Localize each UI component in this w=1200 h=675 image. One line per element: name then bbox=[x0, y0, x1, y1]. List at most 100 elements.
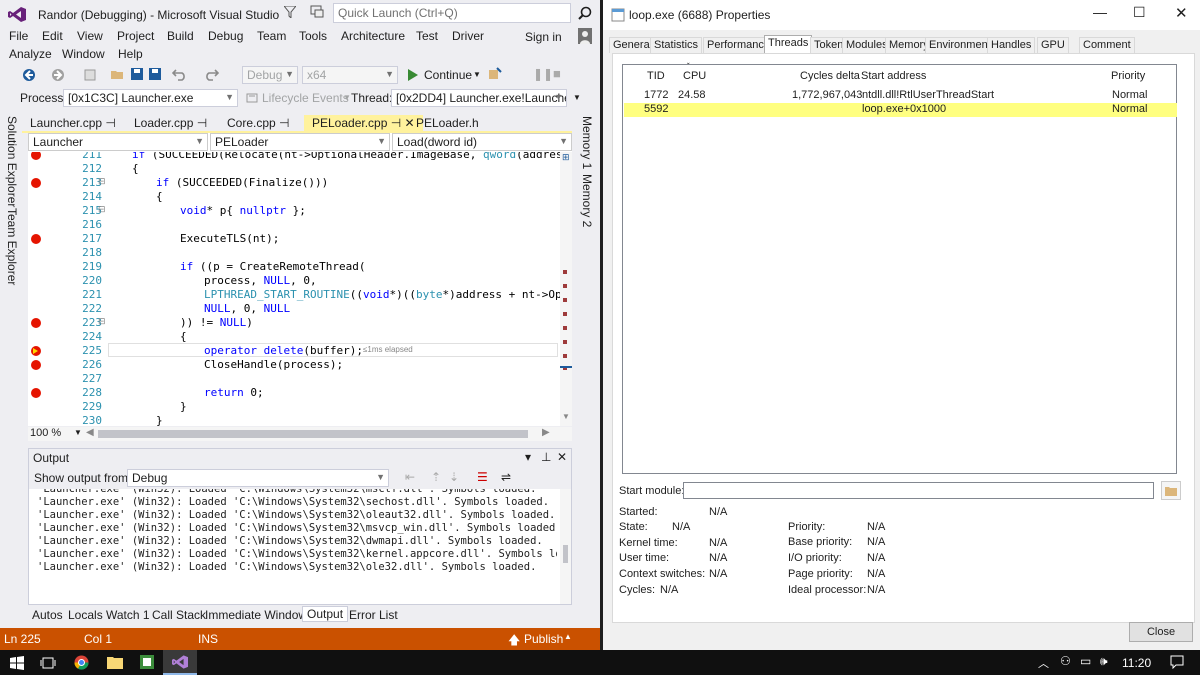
tab-environment[interactable]: Environment bbox=[925, 37, 995, 53]
tab-call-stack[interactable]: Call Stack bbox=[152, 608, 206, 622]
menu-debug[interactable]: Debug bbox=[208, 29, 243, 43]
scroll-left-icon[interactable]: ◀ bbox=[86, 427, 94, 438]
next-message-icon[interactable]: ⇣ bbox=[449, 470, 459, 484]
code-line[interactable]: NULL, 0, NULL bbox=[204, 302, 290, 315]
tab-output[interactable]: Output bbox=[302, 606, 349, 622]
col-tid[interactable]: TID bbox=[647, 70, 665, 82]
member-dropdown[interactable]: Load(dword id) ▼ bbox=[392, 133, 572, 151]
tab-peloader-h[interactable]: PELoader.h bbox=[408, 115, 487, 132]
col-priority[interactable]: Priority bbox=[1111, 70, 1145, 82]
memory-2-tab[interactable]: Memory 2 bbox=[580, 174, 594, 227]
breakpoint-icon[interactable] bbox=[31, 318, 41, 328]
start-module-field[interactable] bbox=[683, 482, 1154, 499]
code-line[interactable]: } bbox=[180, 400, 187, 413]
vs-taskbar-button[interactable] bbox=[163, 650, 197, 675]
file-explorer-icon[interactable] bbox=[107, 655, 123, 669]
output-text[interactable]: 'Launcher.exe' (Win32): Loaded 'C:\Windo… bbox=[37, 489, 557, 605]
chevron-up-icon[interactable]: ▲ bbox=[564, 632, 572, 641]
perf-tip-elapsed[interactable]: ≤1ms elapsed bbox=[363, 345, 413, 354]
code-line[interactable]: if (SUCCEEDED(Relocate(nt->OptionalHeade… bbox=[132, 152, 572, 161]
open-folder-icon[interactable] bbox=[110, 67, 124, 81]
table-row[interactable]: 1772 24.58 1,772,967,043 ntdll.dll!RtlUs… bbox=[624, 89, 1177, 103]
output-source-dropdown[interactable]: Debug ▼ bbox=[127, 469, 389, 487]
minimize-icon[interactable]: — bbox=[1093, 4, 1107, 20]
code-line[interactable]: return 0; bbox=[204, 386, 264, 399]
code-editor[interactable]: 211 if (SUCCEEDED(Relocate(nt->OptionalHe… bbox=[28, 152, 572, 426]
user-avatar-icon[interactable] bbox=[578, 28, 592, 44]
col-cpu[interactable]: CPU bbox=[683, 70, 706, 82]
tab-watch-1[interactable]: Watch 1 bbox=[106, 608, 150, 622]
network-icon[interactable]: ▭ bbox=[1080, 654, 1091, 668]
publish-arrow-icon[interactable]: 🡅 bbox=[508, 631, 520, 650]
editor-scrollbar[interactable]: ⊞ ▼ bbox=[560, 152, 572, 426]
class-dropdown[interactable]: PELoader ▼ bbox=[210, 133, 390, 151]
tab-launcher-cpp[interactable]: Launcher.cpp ⊣ bbox=[22, 115, 124, 132]
code-line[interactable]: operator delete(buffer); bbox=[204, 344, 363, 357]
play-icon[interactable] bbox=[408, 69, 418, 81]
tab-handles[interactable]: Handles bbox=[987, 37, 1036, 53]
pause-icon[interactable]: ❚❚ bbox=[533, 67, 553, 81]
breakpoint-icon[interactable] bbox=[31, 360, 41, 370]
pin-icon[interactable]: ⊣ bbox=[105, 116, 115, 130]
tab-comment[interactable]: Comment bbox=[1079, 37, 1135, 53]
pin-icon[interactable]: ⊣ bbox=[391, 116, 401, 130]
scope-dropdown[interactable]: Launcher ▼ bbox=[28, 133, 208, 151]
undo-icon[interactable] bbox=[172, 67, 188, 81]
lifecycle-events-button[interactable]: Lifecycle Events bbox=[262, 91, 349, 105]
save-all-icon[interactable] bbox=[148, 67, 162, 81]
code-line[interactable]: if ((p = CreateRemoteThread( bbox=[180, 260, 365, 273]
code-line[interactable]: } bbox=[156, 414, 163, 426]
platform-dropdown[interactable]: x64 ▼ bbox=[302, 66, 398, 84]
menu-file[interactable]: File bbox=[9, 29, 28, 43]
code-line[interactable]: void* p{ nullptr }; bbox=[180, 204, 306, 217]
menu-test[interactable]: Test bbox=[416, 29, 438, 43]
code-line[interactable]: ExecuteTLS(nt); bbox=[180, 232, 279, 245]
collapse-icon[interactable]: ⊟ bbox=[98, 316, 106, 327]
tab-core-cpp[interactable]: Core.cpp ⊣ bbox=[219, 115, 298, 132]
forward-icon[interactable] bbox=[51, 68, 65, 82]
memory-1-tab[interactable]: Memory 1 bbox=[580, 116, 594, 169]
code-line[interactable]: { bbox=[156, 190, 163, 203]
word-wrap-icon[interactable]: ⇌ bbox=[501, 470, 511, 484]
breakpoint-icon[interactable] bbox=[31, 178, 41, 188]
menu-help[interactable]: Help bbox=[118, 47, 143, 61]
breakpoint-icon[interactable] bbox=[31, 234, 41, 244]
scroll-down-icon[interactable]: ▼ bbox=[562, 412, 570, 421]
chrome-icon[interactable] bbox=[74, 655, 89, 670]
menu-edit[interactable]: Edit bbox=[42, 29, 63, 43]
notifications-icon[interactable] bbox=[1170, 655, 1184, 669]
pin-icon[interactable]: ⊣ bbox=[279, 116, 289, 130]
tab-peloader-cpp[interactable]: PELoader.cpp ⊣ ✕ bbox=[304, 115, 423, 132]
menu-window[interactable]: Window bbox=[62, 47, 105, 61]
stop-icon[interactable]: ■ bbox=[553, 66, 561, 81]
process-hacker-icon[interactable] bbox=[139, 654, 155, 670]
chevron-down-icon[interactable]: ▼ bbox=[573, 93, 581, 102]
dropdown-arrow-icon[interactable]: ▾ bbox=[525, 450, 531, 464]
search-icon[interactable] bbox=[578, 6, 592, 20]
menu-architecture[interactable]: Architecture bbox=[341, 29, 405, 43]
save-icon[interactable] bbox=[130, 67, 144, 81]
people-icon[interactable]: ⚇ bbox=[1060, 654, 1071, 668]
new-project-icon[interactable] bbox=[83, 68, 97, 82]
tab-locals[interactable]: Locals bbox=[68, 608, 103, 622]
col-cycles-delta[interactable]: Cycles delta bbox=[800, 70, 860, 82]
col-start-address[interactable]: Start address bbox=[861, 70, 926, 82]
tab-statistics[interactable]: Statistics bbox=[650, 37, 703, 53]
code-line[interactable]: if (SUCCEEDED(Finalize())) bbox=[156, 176, 328, 189]
pin-icon[interactable]: ⊥ bbox=[541, 450, 551, 464]
tab-threads[interactable]: Threads bbox=[764, 35, 813, 54]
collapse-icon[interactable]: ⊟ bbox=[98, 204, 106, 215]
threads-list[interactable]: TID CPU ˇ Cycles delta Start address Pri… bbox=[622, 62, 1177, 474]
quick-launch-box[interactable]: Quick Launch (Ctrl+Q) bbox=[333, 3, 571, 23]
volume-icon[interactable]: 🕪 bbox=[1100, 654, 1108, 669]
menu-tools[interactable]: Tools bbox=[299, 29, 327, 43]
breakpoint-icon[interactable] bbox=[31, 388, 41, 398]
time-display[interactable]: 11:20 bbox=[1122, 656, 1151, 670]
find-icon[interactable]: ⇤ bbox=[405, 470, 415, 484]
tab-error-list[interactable]: Error List bbox=[349, 608, 398, 622]
chevron-down-icon[interactable]: ▼ bbox=[473, 70, 481, 79]
collapse-icon[interactable]: ⊟ bbox=[98, 176, 106, 187]
table-row[interactable]: 5592 loop.exe+0x1000 Normal bbox=[624, 103, 1177, 117]
close-icon[interactable]: ✕ bbox=[1175, 4, 1188, 22]
code-line[interactable]: )) != NULL) bbox=[180, 316, 253, 329]
